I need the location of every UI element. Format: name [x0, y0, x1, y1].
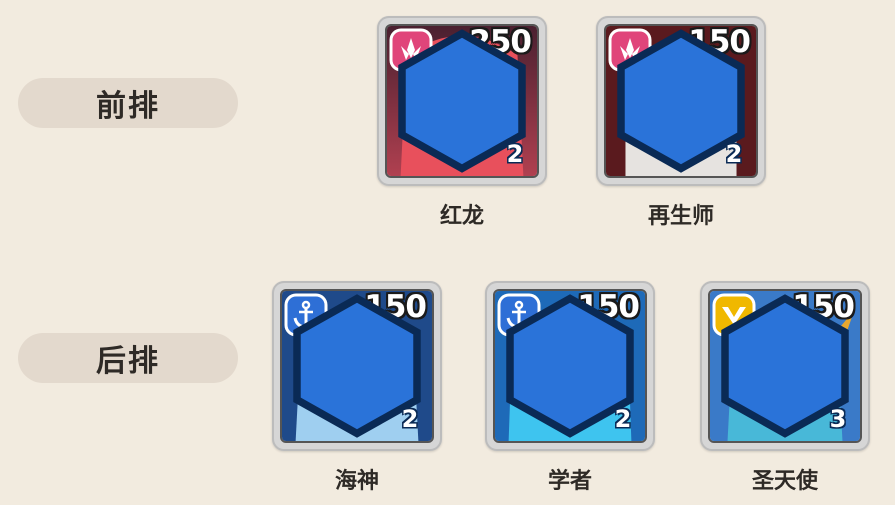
hero-card-holy-angel[interactable]: 150 3 圣天使: [700, 281, 870, 494]
hero-portrait: 150 2: [280, 289, 434, 443]
hero-level: 2: [506, 140, 524, 168]
hero-portrait: 150 2: [493, 289, 647, 443]
hero-name: 海神: [334, 469, 379, 494]
hero-level: 3: [829, 405, 847, 433]
hero-level: 2: [725, 140, 743, 168]
front-row-label: 前排: [18, 78, 238, 128]
hero-card-red-dragon[interactable]: 250 2 红龙: [377, 16, 547, 229]
hero-name: 学者: [547, 469, 592, 494]
hero-card-frame: 150 2: [596, 16, 766, 186]
hero-name: 圣天使: [751, 469, 818, 494]
hero-name: 再生师: [647, 204, 714, 229]
hero-card-regenerator[interactable]: 150 2 再生师: [596, 16, 766, 229]
hero-card-frame: 150 2: [485, 281, 655, 451]
hero-level: 2: [401, 405, 419, 433]
hero-portrait: 250 2: [385, 24, 539, 178]
hero-portrait: 150 3: [708, 289, 862, 443]
hero-card-frame: 150 3: [700, 281, 870, 451]
hero-name: 红龙: [439, 204, 484, 229]
hero-level: 2: [614, 405, 632, 433]
hero-card-sea-god[interactable]: 150 2 海神: [272, 281, 442, 494]
hero-portrait: 150 2: [604, 24, 758, 178]
back-row-label: 后排: [18, 333, 238, 383]
hero-card-frame: 250 2: [377, 16, 547, 186]
hero-card-scholar[interactable]: 150 2 学者: [485, 281, 655, 494]
hero-card-frame: 150 2: [272, 281, 442, 451]
